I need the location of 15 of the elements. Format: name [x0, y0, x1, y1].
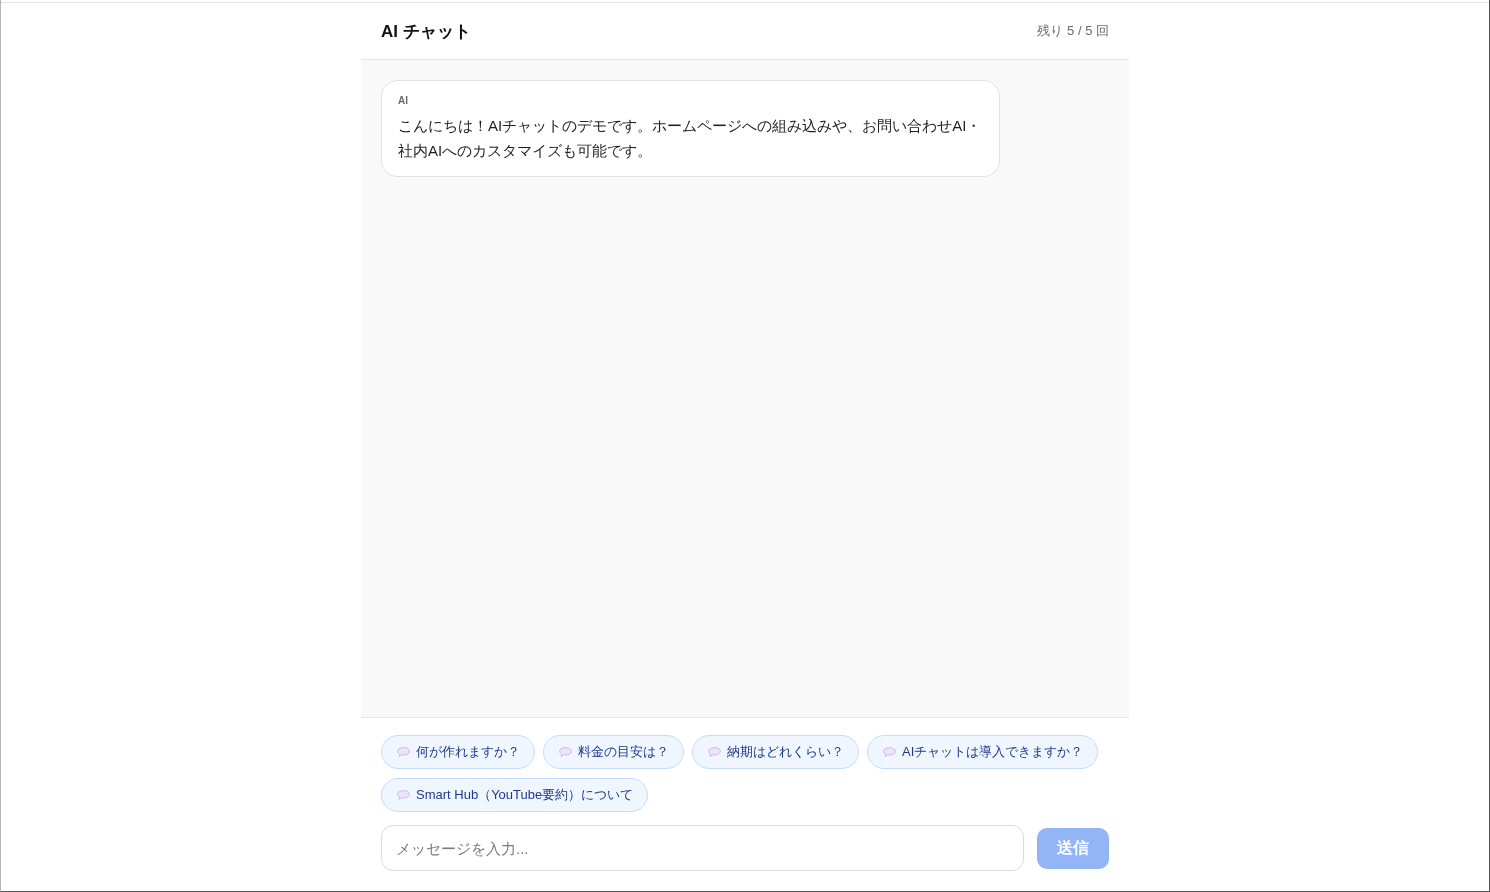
suggestion-chip[interactable]: 何が作れますか？ [381, 735, 535, 769]
remaining-count: 残り 5 / 5 回 [1037, 22, 1109, 40]
speech-bubble-icon [708, 747, 721, 757]
suggestion-chip[interactable]: 納期はどれくらい？ [692, 735, 859, 769]
chat-title: AI チャット [381, 20, 471, 43]
speech-bubble-icon [397, 747, 410, 757]
sender-label: AI [398, 94, 409, 108]
message-input[interactable]: メッセージを入力... [381, 825, 1024, 871]
suggestion-chip[interactable]: AIチャットは導入できますか？ [867, 735, 1099, 769]
speech-bubble-icon [559, 747, 572, 757]
suggestion-chip[interactable]: 料金の目安は？ [543, 735, 684, 769]
speech-bubble-icon [883, 747, 896, 757]
speech-bubble-icon [397, 790, 410, 800]
message-text: こんにちは！AIチャットのデモです。ホームページへの組み込みや、お問い合わせAI・社内AIへのカスタマイズも可能です。 [398, 116, 983, 161]
suggestion-chip[interactable]: Smart Hub（YouTube要約）について [381, 778, 649, 812]
